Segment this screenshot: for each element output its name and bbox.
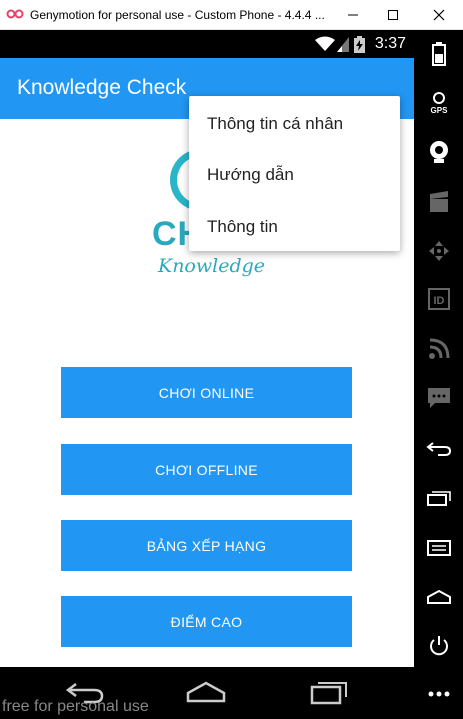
menu-item-info[interactable]: Thông tin [207,217,278,237]
menu-item-guide[interactable]: Hướng dẫn [207,165,294,185]
window-title-bar: Genymotion for personal use - Custom Pho… [0,0,463,30]
android-screen: 3:37 Knowledge Check CHECK Knowledge CHƠ… [0,30,414,719]
genymotion-logo-icon [6,9,24,19]
watermark-text: free for personal use [2,698,149,715]
play-offline-button[interactable]: CHƠI OFFLINE [61,444,352,495]
home-icon [426,590,451,604]
sidebar-id-button[interactable]: ID [414,288,463,310]
recent-apps-icon [426,491,451,506]
id-label: ID [433,295,444,307]
signal-icon [337,37,349,52]
power-icon [429,636,448,656]
sidebar-dpad-button[interactable] [414,240,463,262]
clapper-icon [429,191,448,212]
genymotion-sidebar: GPS ID [414,30,463,719]
status-time: 3:37 [374,35,406,52]
sidebar-gps-button[interactable]: GPS [414,92,463,114]
high-score-button[interactable]: ĐIỂM CAO [61,596,352,647]
minimize-icon [348,14,358,16]
window-title: Genymotion for personal use - Custom Pho… [30,8,325,22]
gps-icon: GPS [430,92,448,114]
home-icon[interactable] [186,679,226,705]
maximize-button[interactable] [371,0,415,30]
battery-charging-icon [354,36,365,53]
close-icon [433,9,445,21]
close-button[interactable] [417,0,461,30]
back-icon [425,442,451,456]
menu-icon [426,540,451,556]
sidebar-webcam-button[interactable] [414,140,463,164]
sidebar-back-button[interactable] [414,440,463,458]
sidebar-battery-button[interactable] [414,42,463,66]
sidebar-network-button[interactable] [414,338,463,360]
status-bar: 3:37 [0,30,414,58]
menu-item-profile[interactable]: Thông tin cá nhân [207,114,343,134]
more-icon [428,691,449,697]
play-online-button[interactable]: CHƠI ONLINE [61,367,352,418]
logo-text-knowledge: Knowledge [158,255,266,277]
webcam-icon [429,141,448,163]
maximize-icon [388,10,398,20]
sidebar-home-button[interactable] [414,590,463,604]
emulator-window: Genymotion for personal use - Custom Pho… [0,0,463,719]
sms-icon [427,388,450,408]
leaderboard-button[interactable]: BẢNG XẾP HẠNG [61,520,352,571]
overflow-popup-menu: Thông tin cá nhân Hướng dẫn Thông tin [189,96,400,251]
id-icon: ID [427,288,450,310]
sidebar-power-button[interactable] [414,635,463,657]
sidebar-sms-button[interactable] [414,387,463,409]
minimize-button[interactable] [331,0,375,30]
recent-apps-icon[interactable] [310,679,348,705]
gps-label: GPS [430,106,448,114]
sidebar-recent-button[interactable] [414,490,463,506]
battery-icon [431,42,446,66]
sidebar-menu-button[interactable] [414,540,463,556]
app-title: Knowledge Check [17,76,187,99]
sidebar-more-button[interactable] [414,690,463,698]
rss-icon [428,338,449,359]
wifi-icon [315,36,335,51]
dpad-icon [428,241,449,261]
sidebar-capture-button[interactable] [414,191,463,213]
